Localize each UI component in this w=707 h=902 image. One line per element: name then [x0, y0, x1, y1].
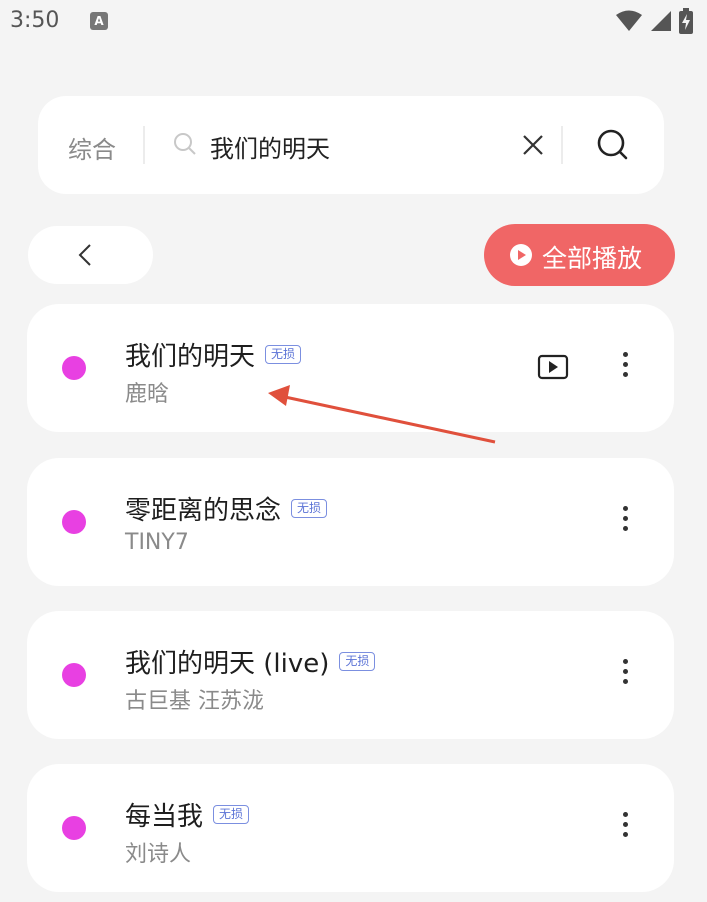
song-dot	[62, 816, 86, 840]
lossless-badge: 无损	[265, 345, 302, 364]
song-dot	[62, 356, 86, 380]
search-icon	[174, 133, 196, 155]
song-artist: TINY7	[125, 530, 189, 555]
song-item[interactable]: 每当我 无损 刘诗人	[27, 764, 674, 892]
lossless-badge: 无损	[339, 652, 376, 671]
status-icons	[615, 8, 693, 34]
song-dot	[62, 510, 86, 534]
search-bar: 综合 我们的明天	[38, 96, 664, 194]
more-options-icon[interactable]	[617, 808, 633, 848]
notification-icon: A	[90, 12, 108, 30]
more-options-icon[interactable]	[617, 502, 633, 542]
more-options-icon[interactable]	[617, 348, 633, 388]
song-title: 我们的明天 (live)	[125, 649, 330, 679]
chevron-left-icon	[78, 244, 91, 266]
search-button-icon[interactable]	[592, 124, 634, 166]
wifi-icon	[616, 10, 642, 31]
signal-icon	[651, 11, 671, 31]
more-options-icon[interactable]	[617, 655, 633, 695]
divider	[561, 126, 563, 164]
divider	[143, 126, 145, 164]
play-circle-icon	[510, 244, 532, 266]
song-artist: 刘诗人	[125, 842, 192, 867]
song-title: 我们的明天	[125, 342, 256, 372]
clear-icon[interactable]	[516, 128, 550, 162]
video-play-icon[interactable]	[537, 354, 569, 380]
song-dot	[62, 663, 86, 687]
play-all-button[interactable]: 全部播放	[484, 224, 675, 286]
song-title: 每当我	[125, 802, 204, 832]
play-all-label: 全部播放	[542, 244, 643, 273]
song-item[interactable]: 我们的明天 (live) 无损 古巨基 汪苏泷	[27, 611, 674, 739]
song-item[interactable]: 零距离的思念 无损 TINY7	[27, 458, 674, 586]
song-title: 零距离的思念	[125, 496, 282, 526]
lossless-badge: 无损	[213, 805, 250, 824]
search-input[interactable]: 我们的明天	[210, 129, 330, 164]
back-button[interactable]	[28, 226, 153, 284]
search-type-selector[interactable]: 综合	[68, 130, 116, 165]
status-bar: 3:50 A	[0, 0, 707, 44]
song-artist: 鹿晗	[125, 382, 170, 407]
battery-icon	[679, 8, 693, 34]
song-artist: 古巨基 汪苏泷	[125, 689, 264, 714]
status-time: 3:50	[10, 8, 60, 33]
song-item[interactable]: 我们的明天 无损 鹿晗	[27, 304, 674, 432]
lossless-badge: 无损	[291, 499, 328, 518]
